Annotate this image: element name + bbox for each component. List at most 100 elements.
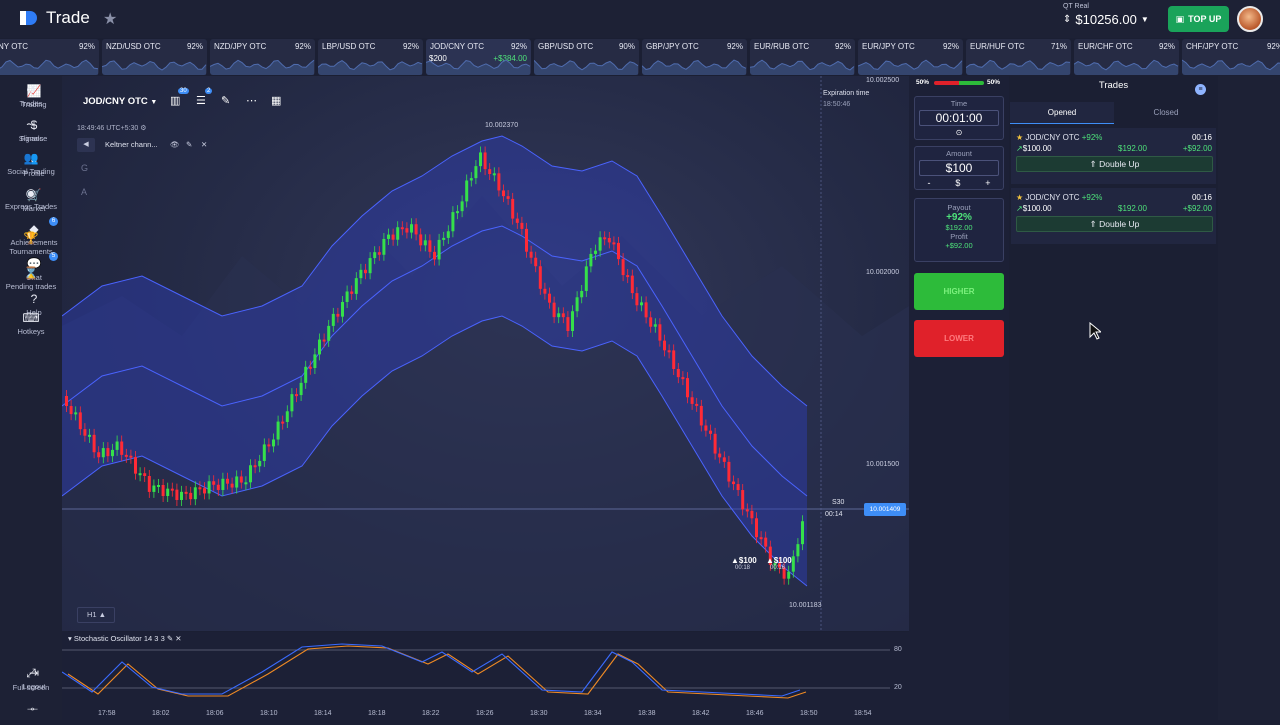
candle <box>359 269 363 279</box>
asset-tile[interactable]: EUR/RUB OTC 92% <box>750 39 855 75</box>
amount-value[interactable]: $100 <box>919 160 999 176</box>
candle <box>534 257 538 267</box>
nav-hotkeys[interactable]: ⌨ Hotkeys <box>0 311 62 336</box>
settings-icon[interactable]: ⚙ <box>140 125 146 132</box>
nav-full-screen[interactable]: ⤢ Full screen <box>0 666 62 692</box>
asset-tile[interactable]: GBP/JPY OTC 92% <box>642 39 747 75</box>
trade-marker-time: 00:18 <box>735 565 751 571</box>
lower-button[interactable]: LOWER <box>914 320 1004 357</box>
nav-pending-trades[interactable]: ⌛ Pending trades <box>0 266 62 291</box>
candle <box>672 350 676 369</box>
amount-plus-button[interactable]: + <box>985 178 990 188</box>
indicator-edit-icon[interactable]: ✎ <box>186 140 192 149</box>
asset-tile[interactable]: EUR/CHF OTC 92% <box>1074 39 1179 75</box>
candle <box>124 454 128 457</box>
candle <box>78 412 82 430</box>
asset-tile[interactable]: EUR/HUF OTC 71% <box>966 39 1071 75</box>
nav-express-trades[interactable]: ◉ Express Trades <box>0 186 62 211</box>
asset-sparkline <box>750 59 855 75</box>
stochastic-close-icon[interactable]: ✕ <box>175 634 181 643</box>
nav-trades[interactable]: ↺ Trades <box>0 83 62 108</box>
candle <box>506 196 510 199</box>
clock-icon[interactable]: ⊙ <box>915 128 1003 137</box>
asset-tile[interactable]: NZD/USD OTC 92% <box>102 39 207 75</box>
avatar[interactable] <box>1237 6 1263 32</box>
favorite-star-icon[interactable]: ★ <box>103 9 117 29</box>
account-switcher[interactable]: QT Real ⇕ $10256.00 ▼ <box>1063 3 1149 27</box>
pair-selector[interactable]: JOD/CNY OTC ▼ <box>83 96 157 107</box>
candle <box>635 293 639 306</box>
tab-opened[interactable]: Opened <box>1010 102 1114 124</box>
stochastic-edit-icon[interactable]: ✎ <box>167 634 173 643</box>
asset-tile[interactable]: NY OTC 92% <box>0 39 99 75</box>
indicator-close-icon[interactable]: ✕ <box>201 140 207 149</box>
asset-tile[interactable]: EUR/JPY OTC 92% <box>858 39 963 75</box>
x-tick: 18:38 <box>638 710 656 717</box>
candlestick-chart[interactable] <box>62 76 909 631</box>
candle <box>331 313 335 326</box>
price-chart[interactable] <box>62 76 909 631</box>
draw-icon[interactable]: ✎ <box>221 94 230 107</box>
asset-tile[interactable]: NZD/JPY OTC 92% <box>210 39 315 75</box>
nav-signals[interactable]: ⏦ Signals <box>0 117 62 143</box>
more-icon[interactable]: ⋯ <box>246 94 257 107</box>
asset-tile[interactable]: GBP/USD OTC 90% <box>534 39 639 75</box>
candle <box>322 339 326 342</box>
candle <box>681 377 685 380</box>
signal-icon: ⏦ <box>26 117 36 131</box>
candle <box>529 251 533 258</box>
indicators-icon[interactable]: ☰ <box>196 94 206 107</box>
asset-sparkline <box>0 59 99 75</box>
asset-tile[interactable]: JOD/CNY OTC 92% $200 +$384.00 <box>426 39 531 75</box>
x-tick: 18:26 <box>476 710 494 717</box>
side-tool-g[interactable]: G <box>81 163 88 173</box>
layout-grid-icon[interactable]: ▦ <box>271 94 281 107</box>
candle <box>649 317 653 327</box>
candle <box>520 222 524 229</box>
topup-button[interactable]: ▣ TOP UP <box>1168 6 1229 32</box>
chart-clock: 18:49:46 UTC+5:30 ⚙ <box>77 125 147 132</box>
stochastic-chart <box>61 643 890 699</box>
candle <box>336 313 340 317</box>
candle <box>736 484 740 491</box>
asset-tile[interactable]: CHF/JPY OTC92% <box>1182 39 1280 75</box>
tab-closed[interactable]: Closed <box>1114 102 1218 124</box>
candle <box>212 481 216 485</box>
collapse-indicators-icon[interactable]: ◀ <box>77 138 95 152</box>
double-up-button[interactable]: ⇑ Double Up <box>1016 156 1213 172</box>
candle <box>676 368 680 378</box>
candle <box>603 237 607 240</box>
time-value[interactable]: 00:01:00 <box>919 110 999 126</box>
expand-arrow-icon[interactable]: → <box>0 700 62 716</box>
chart-type-icon[interactable]: ▥ <box>170 94 180 107</box>
trade-item[interactable]: ★ JOD/CNY OTC +92% 00:16 ↗$100.00 $192.0… <box>1011 188 1216 244</box>
timeframe-selector[interactable]: H1 ▲ <box>77 607 115 623</box>
candle <box>152 485 156 492</box>
x-tick: 18:30 <box>530 710 548 717</box>
indicator-visibility-icon[interactable]: 👁 <box>170 140 180 149</box>
app-logo[interactable]: Trade <box>18 8 90 28</box>
candle <box>345 291 349 302</box>
trade-item[interactable]: ★ JOD/CNY OTC +92% 00:16 ↗$100.00 $192.0… <box>1011 128 1216 184</box>
currency-button[interactable]: $ <box>955 178 960 188</box>
candle <box>115 441 119 450</box>
candle <box>382 238 386 255</box>
candle <box>129 455 133 458</box>
candle <box>235 476 239 488</box>
stochastic-panel <box>61 632 909 720</box>
nav-social-trading[interactable]: 👥 Social Trading <box>0 151 62 176</box>
trades-menu-icon[interactable]: ≡ <box>1195 84 1206 95</box>
side-tool-a[interactable]: A <box>81 187 87 197</box>
double-up-button[interactable]: ⇑ Double Up <box>1016 216 1213 232</box>
candle <box>253 465 257 468</box>
amount-minus-button[interactable]: - <box>927 178 930 188</box>
amount-field[interactable]: Amount $100 - $ + <box>914 146 1004 190</box>
asset-tile[interactable]: LBP/USD OTC 92% <box>318 39 423 75</box>
candle <box>745 509 749 512</box>
higher-button[interactable]: HIGHER <box>914 273 1004 310</box>
candle <box>74 412 78 415</box>
time-field[interactable]: Time 00:01:00 ⊙ <box>914 96 1004 140</box>
nav-tournaments[interactable]: 🏆 Tournaments <box>0 231 62 256</box>
stochastic-title[interactable]: ▾ Stochastic Oscillator 14 3 3 ✎ ✕ <box>68 634 182 643</box>
candle <box>709 430 712 434</box>
